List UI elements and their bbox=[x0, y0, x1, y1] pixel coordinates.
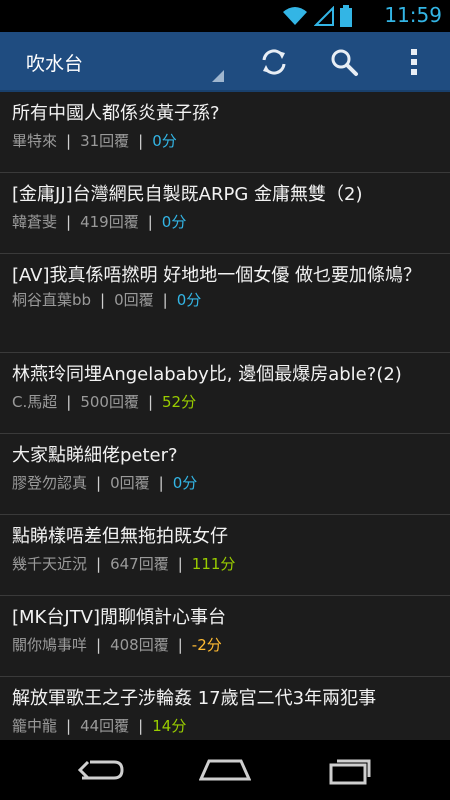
back-button[interactable] bbox=[70, 750, 130, 790]
thread-replies: 31回覆 bbox=[80, 132, 130, 150]
signal-icon bbox=[314, 6, 334, 26]
thread-row[interactable]: 解放軍歌王之子涉輪姦 17歲官二代3年兩犯事 籠中龍 | 44回覆 | 14分 bbox=[0, 677, 450, 740]
thread-title: [MK台JTV]閒聊傾計心事台 bbox=[12, 607, 226, 628]
thread-row[interactable]: [AV]我真係唔撚明 好地地一個女優 做乜要加條鳩？ 桐谷直葉bb | 0回覆 | 0分 bbox=[0, 254, 450, 353]
thread-author: 韓蒼斐 bbox=[12, 213, 58, 231]
home-icon bbox=[199, 759, 251, 781]
thread-score: -2分 bbox=[191, 636, 222, 654]
thread-author: 籠中龍 bbox=[12, 717, 58, 735]
thread-title: [AV]我真係唔撚明 好地地一個女優 做乜要加條鳩？ bbox=[12, 265, 421, 286]
thread-title: 解放軍歌王之子涉輪姦 17歲官二代3年兩犯事 bbox=[12, 688, 377, 709]
thread-row[interactable]: [金庸JJ]台灣網民自製既ARPG 金庸無雙（2) 韓蒼斐 | 419回覆 | 0分 bbox=[0, 173, 450, 254]
thread-replies: 0回覆 bbox=[114, 291, 154, 309]
thread-score: 52分 bbox=[162, 393, 197, 411]
thread-meta: 關你鳩事咩 | 408回覆 | -2分 bbox=[12, 636, 222, 654]
navigation-bar bbox=[0, 740, 450, 800]
thread-list: 所有中國人都係炎黃子孫? 畢特來 | 31回覆 | 0分 [金庸JJ]台灣網民自製既AR… bbox=[0, 92, 450, 740]
thread-author: 膠登勿認真 bbox=[12, 474, 88, 492]
thread-meta: 膠登勿認真 | 0回覆 | 0分 bbox=[12, 474, 198, 492]
thread-score: 0分 bbox=[172, 474, 198, 492]
status-bar: 11:59 bbox=[0, 0, 450, 32]
spinner-corner-icon bbox=[212, 70, 224, 82]
thread-title: 點睇樣唔差但無拖拍既女仔 bbox=[12, 526, 228, 547]
thread-row[interactable]: 大家點睇細佬peter? 膠登勿認真 | 0回覆 | 0分 bbox=[0, 434, 450, 515]
battery-icon bbox=[340, 5, 352, 27]
thread-score: 14分 bbox=[152, 717, 187, 735]
thread-replies: 44回覆 bbox=[80, 717, 130, 735]
search-icon bbox=[331, 49, 358, 76]
thread-title: 林燕玲同埋Angelababy比, 邊個最爆房able?(2) bbox=[12, 364, 402, 385]
thread-row[interactable]: 所有中國人都係炎黃子孫? 畢特來 | 31回覆 | 0分 bbox=[0, 92, 450, 173]
thread-score: 111分 bbox=[191, 555, 236, 573]
forum-selector[interactable]: 吹水台 bbox=[26, 49, 83, 76]
thread-score: 0分 bbox=[152, 132, 177, 150]
thread-meta: C.馬超 | 500回覆 | 52分 bbox=[12, 393, 197, 411]
status-time: 11:59 bbox=[384, 3, 442, 27]
action-bar: 吹水台 bbox=[0, 32, 450, 92]
thread-title: 所有中國人都係炎黃子孫? bbox=[12, 103, 220, 124]
thread-author: 幾千天近況 bbox=[12, 555, 88, 573]
thread-title: [金庸JJ]台灣網民自製既ARPG 金庸無雙（2) bbox=[12, 184, 363, 205]
thread-row[interactable]: [MK台JTV]閒聊傾計心事台 關你鳩事咩 | 408回覆 | -2分 bbox=[0, 596, 450, 677]
thread-author: 畢特來 bbox=[12, 132, 58, 150]
search-button[interactable] bbox=[324, 42, 364, 82]
refresh-icon bbox=[262, 49, 286, 75]
thread-replies: 408回覆 bbox=[110, 636, 169, 654]
thread-replies: 419回覆 bbox=[80, 213, 139, 231]
recents-button[interactable] bbox=[320, 750, 380, 790]
refresh-button[interactable] bbox=[254, 42, 294, 82]
thread-author: 桐谷直葉bb bbox=[12, 291, 92, 309]
thread-author: 關你鳩事咩 bbox=[12, 636, 88, 654]
overflow-menu-button[interactable] bbox=[394, 42, 434, 82]
wifi-icon bbox=[283, 7, 307, 25]
thread-meta: 畢特來 | 31回覆 | 0分 bbox=[12, 132, 177, 150]
thread-row[interactable]: 點睇樣唔差但無拖拍既女仔 幾千天近況 | 647回覆 | 111分 bbox=[0, 515, 450, 596]
home-button[interactable] bbox=[195, 750, 255, 790]
thread-replies: 647回覆 bbox=[110, 555, 169, 573]
thread-meta: 韓蒼斐 | 419回覆 | 0分 bbox=[12, 213, 187, 231]
thread-meta: 籠中龍 | 44回覆 | 14分 bbox=[12, 717, 187, 735]
status-icons bbox=[282, 5, 352, 27]
thread-meta: 幾千天近況 | 647回覆 | 111分 bbox=[12, 555, 236, 573]
thread-replies: 500回覆 bbox=[80, 393, 139, 411]
thread-score: 0分 bbox=[161, 213, 187, 231]
more-vert-icon bbox=[411, 49, 417, 75]
thread-replies: 0回覆 bbox=[110, 474, 150, 492]
thread-row[interactable]: 林燕玲同埋Angelababy比, 邊個最爆房able?(2) C.馬超 | 500… bbox=[0, 353, 450, 434]
thread-score: 0分 bbox=[176, 291, 202, 309]
back-icon bbox=[77, 760, 124, 780]
thread-author: C.馬超 bbox=[12, 393, 58, 411]
thread-title: 大家點睇細佬peter? bbox=[12, 445, 178, 466]
recents-icon bbox=[329, 759, 371, 785]
thread-meta: 桐谷直葉bb | 0回覆 | 0分 bbox=[12, 291, 202, 309]
